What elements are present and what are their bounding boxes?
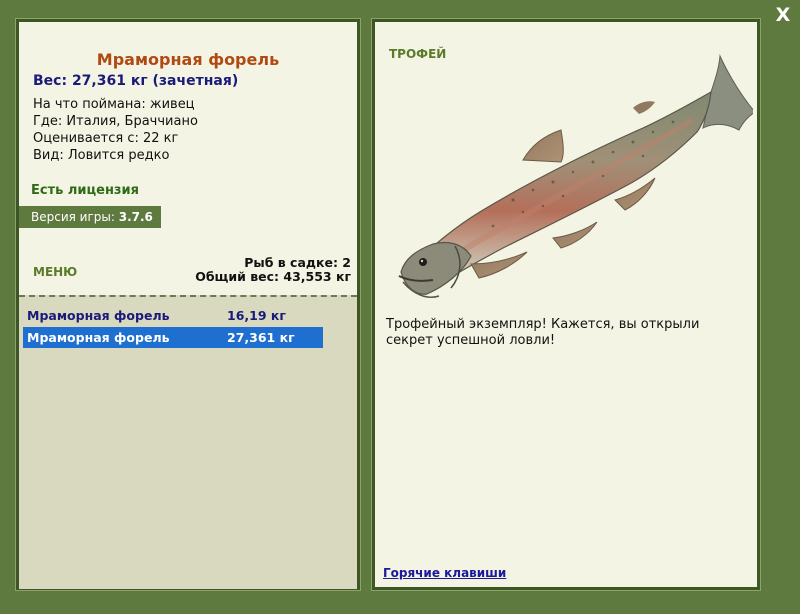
version-value: 3.7.6 bbox=[118, 210, 153, 224]
trophy-panel: ТРОФЕЙ Трофейный экземпляр! Кажется, вы … bbox=[371, 18, 761, 591]
menu-button[interactable]: МЕНЮ bbox=[33, 265, 77, 279]
version-label: Версия игры: bbox=[31, 210, 115, 224]
catch-name: Мраморная форель bbox=[27, 308, 170, 323]
info-min-weight: Оценивается с: 22 кг bbox=[33, 131, 179, 146]
version-bar: Версия игры: 3.7.6 bbox=[19, 206, 161, 228]
license-status: Есть лицензия bbox=[31, 183, 139, 198]
catch-list: Мраморная форель 16,19 кг Мраморная форе… bbox=[19, 295, 357, 589]
fish-info-panel: Мраморная форель Вес: 27,361 кг (зачетна… bbox=[15, 18, 361, 591]
catch-row[interactable]: Мраморная форель 16,19 кг bbox=[23, 305, 323, 326]
trout-image bbox=[398, 54, 753, 298]
fish-title: Мраморная форель bbox=[96, 50, 280, 69]
trophy-description: Трофейный экземпляр! Кажется, вы открыли… bbox=[386, 317, 700, 348]
hotkeys-link[interactable]: Горячие клавиши bbox=[383, 566, 506, 580]
info-bait: На что поймана: живец bbox=[33, 97, 195, 112]
catch-row-selected[interactable]: Мраморная форель 27,361 кг bbox=[23, 327, 323, 348]
catch-weight: 16,19 кг bbox=[227, 308, 286, 323]
catch-weight: 27,361 кг bbox=[227, 330, 295, 345]
total-weight: Общий вес: 43,553 кг bbox=[195, 269, 351, 284]
fish-weight: Вес: 27,361 кг (зачетная) bbox=[33, 73, 239, 89]
catch-name: Мраморная форель bbox=[27, 330, 170, 345]
close-button[interactable]: X bbox=[772, 4, 794, 26]
info-place: Где: Италия, Браччиано bbox=[33, 114, 198, 129]
info-view: Вид: Ловится редко bbox=[33, 148, 170, 163]
cage-count: Рыб в садке: 2 bbox=[244, 255, 351, 270]
